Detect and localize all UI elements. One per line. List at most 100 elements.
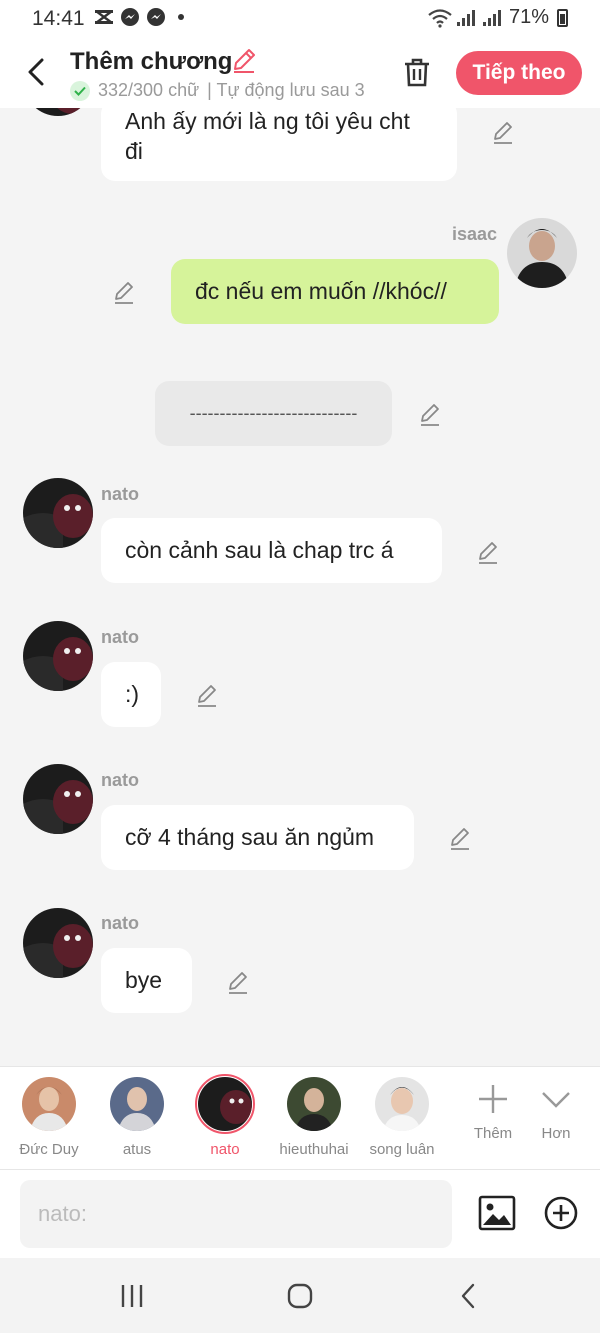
pencil-icon [479, 542, 497, 564]
message-bubble[interactable]: Anh ấy mới là ng tôi yêu cht đi [101, 108, 457, 181]
signal-icon [482, 9, 501, 26]
sender-name: nato [101, 627, 139, 647]
capcut-icon [95, 10, 113, 24]
sender-name: nato [101, 484, 139, 504]
wifi-icon [428, 8, 452, 28]
avatar[interactable] [23, 908, 93, 978]
avatar[interactable] [23, 478, 93, 548]
narration-text: ---------------------------- [189, 403, 358, 423]
edit-message-button[interactable] [193, 681, 221, 709]
pencil-icon [198, 685, 216, 707]
avatar [22, 1077, 76, 1131]
message-bubble[interactable]: :) [101, 662, 161, 727]
battery-percent: 71% [508, 6, 549, 28]
recent-apps-icon [121, 1285, 143, 1307]
signal-icon [456, 9, 475, 26]
messenger-icon [121, 8, 139, 26]
character-nato[interactable]: nato [180, 1074, 270, 1158]
chevron-left-icon [461, 1283, 475, 1309]
edit-message-button[interactable] [110, 278, 138, 306]
character-name: nato [210, 1141, 240, 1158]
message-bubble[interactable]: bye [101, 948, 192, 1013]
add-character-button[interactable]: Thêm [458, 1083, 528, 1142]
notification-icons [94, 7, 184, 27]
message-text: đc nếu em muốn //khóc// [195, 278, 447, 304]
recent-apps-button[interactable] [107, 1278, 157, 1314]
home-icon [287, 1283, 313, 1309]
chat-area[interactable]: Anh ấy mới là ng tôi yêu cht đi isaac đc… [0, 108, 600, 1066]
character-name: Đức Duy [19, 1141, 79, 1158]
character-duc-duy[interactable]: Đức Duy [4, 1077, 94, 1158]
message-bubble[interactable]: cỡ 4 tháng sau ăn ngủm [101, 805, 414, 870]
message-bubble[interactable]: đc nếu em muốn //khóc// [171, 259, 499, 324]
message-text: :) [125, 681, 140, 707]
edit-message-button[interactable] [224, 968, 252, 996]
pencil-icon [494, 122, 512, 144]
home-button[interactable] [275, 1278, 325, 1314]
chevron-left-icon [28, 58, 44, 86]
status-time: 14:41 [32, 7, 85, 30]
autosave-text: | Tự động lưu sau 3 [207, 80, 365, 100]
delete-button[interactable] [400, 54, 434, 90]
editor-header: Thêm chương 332/300 chữ | Tự động lưu sa… [0, 38, 600, 108]
edit-message-button[interactable] [416, 400, 444, 428]
character-atus[interactable]: atus [92, 1077, 182, 1158]
message-bubble[interactable]: còn cảnh sau là chap trc á [101, 518, 442, 583]
avatar[interactable] [507, 218, 577, 288]
edit-message-button[interactable] [489, 118, 517, 146]
avatar[interactable] [23, 108, 93, 116]
message-input[interactable] [20, 1180, 452, 1248]
message-text: bye [125, 967, 163, 993]
character-bar: Đức Duy atus nato hieuthuhai song luân T… [0, 1066, 600, 1170]
narration-bubble[interactable]: ---------------------------- [155, 381, 392, 446]
next-button[interactable]: Tiếp theo [456, 51, 582, 95]
insert-image-button[interactable] [476, 1192, 518, 1234]
more-characters-button[interactable]: Hơn [521, 1083, 591, 1142]
pencil-icon [451, 828, 469, 850]
character-hieuthuhai[interactable]: hieuthuhai [269, 1077, 359, 1158]
chevron-down-icon [542, 1092, 570, 1108]
sender-name: nato [101, 913, 139, 933]
messenger-icon [147, 8, 165, 26]
more-label: Hơn [541, 1125, 571, 1142]
plus-icon [479, 1085, 507, 1113]
page-title: Thêm chương [70, 48, 233, 75]
character-name: hieuthuhai [279, 1141, 349, 1158]
sender-name: isaac [452, 224, 498, 244]
system-nav-bar [0, 1258, 600, 1333]
edit-message-button[interactable] [446, 824, 474, 852]
character-name: song luân [369, 1141, 435, 1158]
avatar [375, 1077, 429, 1131]
character-song-luan[interactable]: song luân [357, 1077, 447, 1158]
system-back-button[interactable] [443, 1278, 493, 1314]
trash-icon [405, 58, 429, 87]
image-icon [478, 1195, 516, 1231]
more-notifications-icon [178, 14, 184, 20]
check-icon [70, 80, 90, 101]
add-content-button[interactable] [540, 1192, 582, 1234]
save-status: 332/300 chữ | Tự động lưu sau 3 [70, 80, 376, 101]
message-text: Anh ấy mới là ng tôi yêu cht đi [125, 108, 410, 164]
avatar [195, 1074, 255, 1134]
avatar[interactable] [23, 621, 93, 691]
edit-title-button[interactable] [230, 46, 258, 79]
status-bar: 14:41 71% [0, 0, 600, 38]
message-text: còn cảnh sau là chap trc á [125, 537, 394, 563]
avatar [110, 1077, 164, 1131]
character-name: atus [122, 1141, 152, 1158]
plus-circle-icon [544, 1196, 578, 1230]
avatar[interactable] [23, 764, 93, 834]
sender-name: nato [101, 770, 139, 790]
message-text: cỡ 4 tháng sau ăn ngủm [125, 824, 375, 850]
avatar [287, 1077, 341, 1131]
add-label: Thêm [473, 1125, 513, 1142]
edit-message-button[interactable] [474, 538, 502, 566]
pencil-icon [229, 972, 247, 994]
word-count: 332/300 chữ [98, 80, 200, 100]
composer [0, 1170, 600, 1258]
pencil-icon [234, 49, 255, 73]
pencil-icon [115, 282, 133, 304]
back-button[interactable] [20, 52, 52, 92]
battery-icon [557, 8, 568, 27]
pencil-icon [421, 404, 439, 426]
